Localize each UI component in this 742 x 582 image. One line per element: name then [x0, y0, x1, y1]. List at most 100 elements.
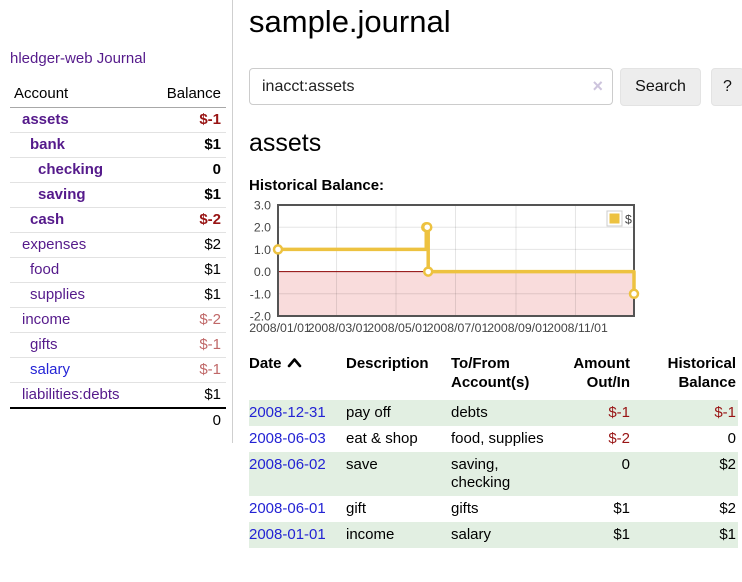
register-table-body: 2008-12-31pay offdebts$-1$-12008-06-03ea… — [249, 400, 738, 548]
sidebar-item-journal[interactable]: Journal — [97, 50, 146, 67]
account-balance: $1 — [147, 183, 226, 208]
account-link[interactable]: saving — [38, 186, 86, 203]
account-link[interactable]: supplies — [30, 286, 85, 303]
transaction-accounts: debts — [451, 400, 557, 426]
svg-text:$: $ — [625, 212, 632, 226]
transaction-balance: $2 — [642, 452, 738, 496]
account-balance: $1 — [147, 383, 226, 409]
account-row: income $-2 — [10, 308, 226, 333]
transaction-row: 2008-01-01incomesalary$1$1 — [249, 522, 738, 548]
account-link[interactable]: salary — [30, 361, 70, 378]
account-balance: $1 — [147, 283, 226, 308]
historical-balance-chart: $3.02.01.00.0-1.0-2.02008/01/012008/03/0… — [249, 203, 742, 337]
account-total-row: 0 — [10, 408, 226, 433]
chart-svg: $3.02.01.00.0-1.0-2.02008/01/012008/03/0… — [249, 203, 641, 337]
svg-text:2008/07/01: 2008/07/01 — [427, 321, 489, 335]
svg-text:2008/03/01: 2008/03/01 — [308, 321, 370, 335]
search-button[interactable]: Search — [620, 68, 701, 106]
account-balance: 0 — [147, 158, 226, 183]
date-column-header[interactable]: Date — [249, 354, 346, 400]
transaction-accounts: salary — [451, 522, 557, 548]
account-link[interactable]: expenses — [22, 236, 86, 253]
svg-text:2.0: 2.0 — [254, 220, 271, 234]
account-link[interactable]: gifts — [30, 336, 58, 353]
svg-text:2008/01/01: 2008/01/01 — [249, 321, 311, 335]
transaction-amount: $1 — [557, 496, 642, 522]
transaction-description: pay off — [346, 400, 451, 426]
account-link[interactable]: income — [22, 311, 70, 328]
register-header-row: Date Description To/From Account(s) Amou… — [249, 354, 738, 400]
chart-label: Historical Balance: — [249, 177, 742, 194]
account-row: supplies $1 — [10, 283, 226, 308]
search-input[interactable] — [249, 68, 613, 105]
account-balance-table: Account Balance assets $-1 bank $1 checking 0… — [10, 82, 226, 433]
accounts-column-header[interactable]: To/From Account(s) — [451, 354, 557, 400]
chart-legend: $ — [607, 211, 632, 227]
transaction-date-link[interactable]: 2008-06-02 — [249, 456, 326, 473]
transaction-date-link[interactable]: 2008-01-01 — [249, 526, 326, 543]
sort-ascending-icon — [287, 354, 302, 373]
transaction-date-link[interactable]: 2008-12-31 — [249, 404, 326, 421]
svg-text:2008/09/01: 2008/09/01 — [487, 321, 549, 335]
account-row: expenses$2 — [10, 233, 226, 258]
transaction-date-link[interactable]: 2008-06-01 — [249, 500, 326, 517]
transaction-row: 2008-12-31pay offdebts$-1$-1 — [249, 400, 738, 426]
page: hledger-web Journal Account Balance asse… — [0, 0, 742, 548]
account-balance: $1 — [147, 258, 226, 283]
transaction-amount: $1 — [557, 522, 642, 548]
transaction-balance: 0 — [642, 426, 738, 452]
account-table-body: assets$-1bank$1checking0saving$1cash$-2e… — [10, 108, 226, 409]
transaction-date-link[interactable]: 2008-06-03 — [249, 430, 326, 447]
total-balance: 0 — [147, 408, 226, 433]
transaction-balance: $1 — [642, 522, 738, 548]
account-balance: $-1 — [147, 358, 226, 383]
account-balance: $-1 — [147, 333, 226, 358]
svg-text:1.0: 1.0 — [254, 243, 271, 257]
account-balance: $-2 — [147, 308, 226, 333]
transaction-accounts: saving, checking — [451, 452, 557, 496]
account-link[interactable]: assets — [22, 111, 69, 128]
transaction-balance: $2 — [642, 496, 738, 522]
transaction-description: eat & shop — [346, 426, 451, 452]
svg-text:-1.0: -1.0 — [250, 287, 271, 301]
transaction-description: income — [346, 522, 451, 548]
account-column-header: Account — [10, 82, 147, 108]
account-row: salary $-1 — [10, 358, 226, 383]
balance-column-header[interactable]: Historical Balance — [642, 354, 738, 400]
transaction-balance: $-1 — [642, 400, 738, 426]
search-box: × — [249, 68, 613, 105]
account-row: checking 0 — [10, 158, 226, 183]
transaction-description: save — [346, 452, 451, 496]
transaction-row: 2008-06-03 eat & shopfood, supplies$-20 — [249, 426, 738, 452]
account-link[interactable]: liabilities:debts — [22, 386, 120, 403]
transaction-accounts: food, supplies — [451, 426, 557, 452]
account-balance: $-2 — [147, 208, 226, 233]
account-balance: $-1 — [147, 108, 226, 133]
transaction-amount: $-1 — [557, 400, 642, 426]
register-table: Date Description To/From Account(s) Amou… — [249, 354, 738, 548]
transaction-row: 2008-06-02savesaving, checking0$2 — [249, 452, 738, 496]
clear-search-icon[interactable]: × — [592, 75, 603, 97]
page-title: sample.journal — [249, 4, 742, 40]
search-form: × Search ? — [249, 68, 742, 106]
svg-text:0.0: 0.0 — [254, 265, 271, 279]
amount-column-header[interactable]: Amount Out/In — [557, 354, 642, 400]
account-link[interactable]: cash — [30, 211, 64, 228]
description-column-header[interactable]: Description — [346, 354, 451, 400]
help-button[interactable]: ? — [711, 68, 742, 106]
account-row: gifts $-1 — [10, 333, 226, 358]
svg-text:2008/11/01: 2008/11/01 — [547, 321, 608, 335]
account-row: cash $-2 — [10, 208, 226, 233]
account-link[interactable]: bank — [30, 136, 65, 153]
app-title-link[interactable]: hledger-web — [10, 50, 93, 67]
account-row: assets $-1 — [10, 108, 226, 133]
account-link[interactable]: checking — [38, 161, 103, 178]
balance-column-header: Balance — [147, 82, 226, 108]
transaction-amount: $-2 — [557, 426, 642, 452]
account-row: bank $1 — [10, 133, 226, 158]
account-link[interactable]: food — [30, 261, 59, 278]
account-row: saving $1 — [10, 183, 226, 208]
svg-text:3.0: 3.0 — [254, 198, 271, 212]
account-balance: $1 — [147, 133, 226, 158]
svg-text:2008/05/01: 2008/05/01 — [367, 321, 429, 335]
